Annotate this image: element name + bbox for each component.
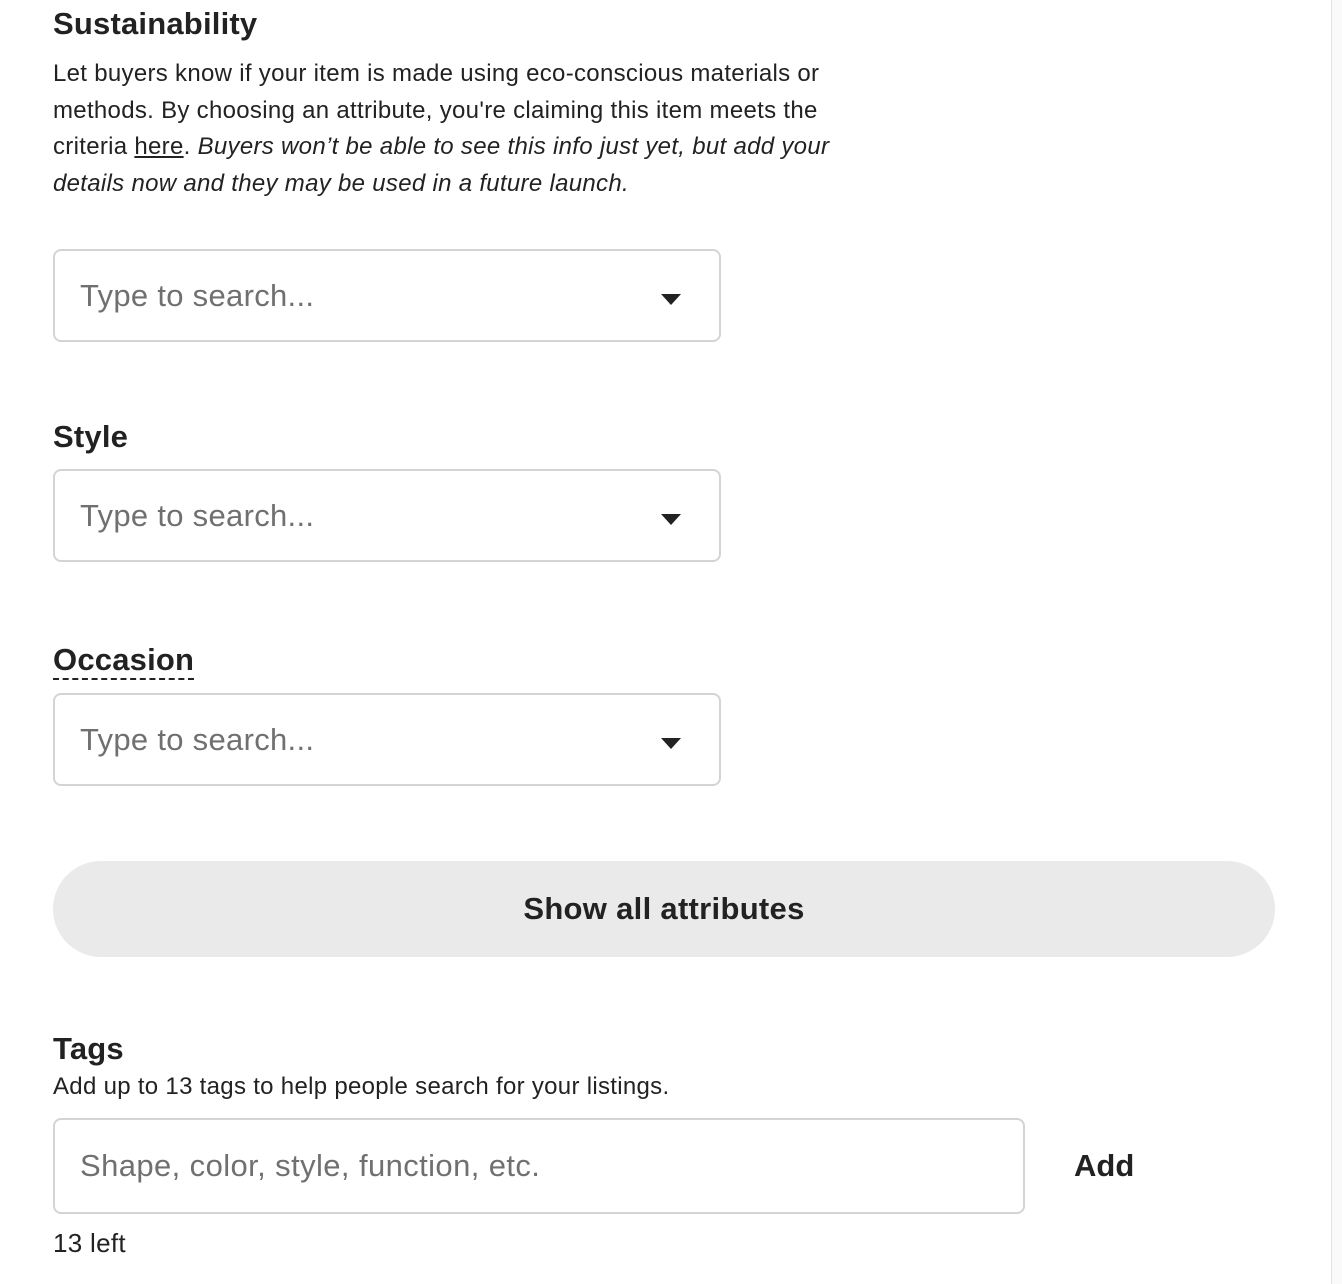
show-all-attributes-button[interactable]: Show all attributes [53, 861, 1275, 957]
scrollbar[interactable] [1331, 0, 1342, 1284]
occasion-title[interactable]: Occasion [53, 640, 195, 680]
tags-input[interactable]: Shape, color, style, function, etc. [53, 1118, 1025, 1214]
tags-input-row: Shape, color, style, function, etc. Add [53, 1118, 1134, 1214]
sustainability-description-block: Let buyers know if your item is made usi… [53, 56, 873, 202]
add-tag-button[interactable]: Add [1074, 1148, 1134, 1184]
chevron-down-icon[interactable] [661, 514, 681, 525]
sustainability-search-placeholder: Type to search... [80, 277, 315, 313]
tags-input-placeholder: Shape, color, style, function, etc. [80, 1148, 541, 1183]
tags-title: Tags [53, 1031, 124, 1066]
style-select[interactable]: Type to search... [53, 469, 721, 562]
tags-remaining-counter: 13 left [53, 1228, 126, 1258]
sustainability-section: Sustainability [53, 4, 257, 44]
chevron-down-icon[interactable] [661, 738, 681, 749]
tags-description: Add up to 13 tags to help people search … [53, 1073, 670, 1100]
sustainability-select[interactable]: Type to search... [53, 249, 721, 342]
sustainability-description: Let buyers know if your item is made usi… [53, 56, 873, 202]
sustainability-description-period: . [183, 133, 198, 160]
criteria-link[interactable]: here [134, 133, 183, 160]
occasion-select[interactable]: Type to search... [53, 693, 721, 786]
sustainability-title: Sustainability [53, 6, 258, 41]
chevron-down-icon[interactable] [661, 294, 681, 305]
occasion-title-text[interactable]: Occasion [53, 642, 195, 680]
style-search-placeholder: Type to search... [80, 497, 315, 533]
occasion-search-placeholder: Type to search... [80, 721, 315, 757]
style-title: Style [53, 419, 129, 454]
